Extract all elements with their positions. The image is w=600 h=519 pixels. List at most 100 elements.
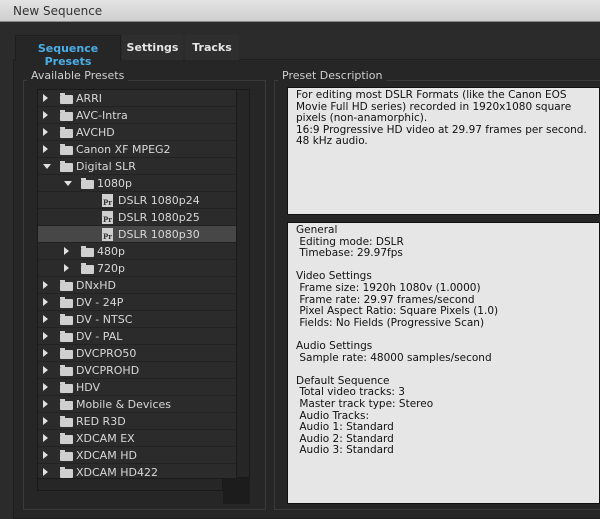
folder-icon: [60, 467, 73, 478]
tree-item[interactable]: RED R3D: [38, 413, 236, 430]
tree-item-label: DV - PAL: [76, 330, 123, 343]
tree-item[interactable]: AVCHD: [38, 124, 236, 141]
tree-item-label: DSLR 1080p25: [118, 211, 200, 224]
expand-right-arrow-icon[interactable]: [43, 417, 48, 425]
tree-item[interactable]: DVCPRO50: [38, 345, 236, 362]
tree-item[interactable]: Pr DSLR 1080p30: [38, 226, 236, 243]
tree-item-label: DSLR 1080p30: [118, 228, 200, 241]
preset-details-text: General Editing mode: DSLR Timebase: 29.…: [287, 222, 600, 504]
expand-right-arrow-icon[interactable]: [43, 468, 48, 476]
expand-right-arrow-icon[interactable]: [64, 264, 69, 272]
expand-right-arrow-icon[interactable]: [43, 128, 48, 136]
premiere-preset-icon: Pr: [102, 211, 113, 224]
expand-right-arrow-icon[interactable]: [43, 366, 48, 374]
tree-item[interactable]: ARRI: [38, 90, 236, 107]
horizontal-scrollbar[interactable]: [37, 478, 223, 491]
tree-item[interactable]: Canon XF MPEG2: [38, 141, 236, 158]
tree-item-label: XDCAM EX: [76, 432, 135, 445]
tree-item-label: 480p: [97, 245, 125, 258]
premiere-preset-icon: Pr: [102, 228, 113, 241]
folder-icon: [60, 433, 73, 444]
tree-item-label: DSLR 1080p24: [118, 194, 200, 207]
tree-item-label: Mobile & Devices: [76, 398, 172, 411]
folder-icon: [60, 93, 73, 104]
folder-icon: [60, 314, 73, 325]
expand-right-arrow-icon[interactable]: [43, 383, 48, 391]
tree-item[interactable]: Digital SLR: [38, 158, 236, 175]
expand-right-arrow-icon[interactable]: [43, 400, 48, 408]
tree-item-label: 720p: [97, 262, 125, 275]
tree-item-label: Digital SLR: [76, 160, 136, 173]
expand-right-arrow-icon[interactable]: [43, 145, 48, 153]
tree-item-label: DVCPRO50: [76, 347, 137, 360]
expand-right-arrow-icon[interactable]: [43, 94, 48, 102]
expand-right-arrow-icon[interactable]: [43, 451, 48, 459]
tab-settings[interactable]: Settings: [122, 35, 183, 60]
tree-item[interactable]: DV - NTSC: [38, 311, 236, 328]
expand-right-arrow-icon[interactable]: [43, 281, 48, 289]
expand-right-arrow-icon[interactable]: [43, 298, 48, 306]
scroll-corner: [223, 478, 250, 504]
tree-item[interactable]: Mobile & Devices: [38, 396, 236, 413]
folder-icon: [60, 127, 73, 138]
title-bar: New Sequence: [0, 0, 600, 22]
expand-right-arrow-icon[interactable]: [43, 434, 48, 442]
tree-item[interactable]: HDV: [38, 379, 236, 396]
preset-description-text: For editing most DSLR Formats (like the …: [287, 87, 600, 215]
folder-icon: [60, 399, 73, 410]
tree-item-label: RED R3D: [76, 415, 126, 428]
tree-item-label: DV - NTSC: [76, 313, 133, 326]
expand-right-arrow-icon[interactable]: [43, 332, 48, 340]
tree-item[interactable]: 720p: [38, 260, 236, 277]
available-presets-label: Available Presets: [27, 69, 129, 82]
tree-item[interactable]: 1080p: [38, 175, 236, 192]
tree-item[interactable]: DV - 24P: [38, 294, 236, 311]
folder-icon: [60, 144, 73, 155]
tree-item-label: HDV: [76, 381, 101, 394]
folder-icon: [60, 365, 73, 376]
tree-item-label: DV - 24P: [76, 296, 124, 309]
tree-item-label: XDCAM HD: [76, 449, 137, 462]
tree-item[interactable]: XDCAM HD422: [38, 464, 236, 478]
folder-icon: [81, 263, 94, 274]
tree-item-label: DVCPROHD: [76, 364, 140, 377]
vertical-scrollbar[interactable]: [237, 89, 250, 478]
folder-icon: [60, 382, 73, 393]
folder-icon: [60, 161, 73, 172]
tree-item[interactable]: 480p: [38, 243, 236, 260]
folder-icon: [60, 416, 73, 427]
window-title: New Sequence: [13, 4, 103, 18]
folder-icon: [81, 246, 94, 257]
folder-icon: [81, 178, 94, 189]
tree-item-label: AVC-Intra: [76, 109, 128, 122]
expand-right-arrow-icon[interactable]: [64, 247, 69, 255]
tree-item[interactable]: AVC-Intra: [38, 107, 236, 124]
premiere-preset-icon: Pr: [102, 194, 113, 207]
tree-item[interactable]: Pr DSLR 1080p24: [38, 192, 236, 209]
tree-item[interactable]: XDCAM EX: [38, 430, 236, 447]
expand-down-arrow-icon[interactable]: [43, 164, 51, 169]
tab-sequence-presets[interactable]: Sequence Presets: [15, 35, 121, 68]
folder-icon: [60, 348, 73, 359]
tree-item[interactable]: DVCPROHD: [38, 362, 236, 379]
expand-right-arrow-icon[interactable]: [43, 315, 48, 323]
tree-item[interactable]: DNxHD: [38, 277, 236, 294]
tree-item-label: Canon XF MPEG2: [76, 143, 171, 156]
tree-item[interactable]: DV - PAL: [38, 328, 236, 345]
tree-item[interactable]: Pr DSLR 1080p25: [38, 209, 236, 226]
folder-icon: [60, 110, 73, 121]
folder-icon: [60, 280, 73, 291]
tab-tracks[interactable]: Tracks: [185, 35, 239, 60]
folder-icon: [60, 297, 73, 308]
folder-icon: [60, 450, 73, 461]
expand-down-arrow-icon[interactable]: [64, 181, 72, 186]
tree-item-label: ARRI: [76, 92, 103, 105]
preset-description-label: Preset Description: [278, 69, 387, 82]
tree-item-label: 1080p: [97, 177, 132, 190]
expand-right-arrow-icon[interactable]: [43, 111, 48, 119]
expand-right-arrow-icon[interactable]: [43, 349, 48, 357]
tree-item-label: DNxHD: [76, 279, 116, 292]
folder-icon: [60, 331, 73, 342]
tree-item[interactable]: XDCAM HD: [38, 447, 236, 464]
presets-tree[interactable]: ARRI AVC-Intra AVCHD Canon XF MPEG2 Digital …: [37, 89, 237, 479]
